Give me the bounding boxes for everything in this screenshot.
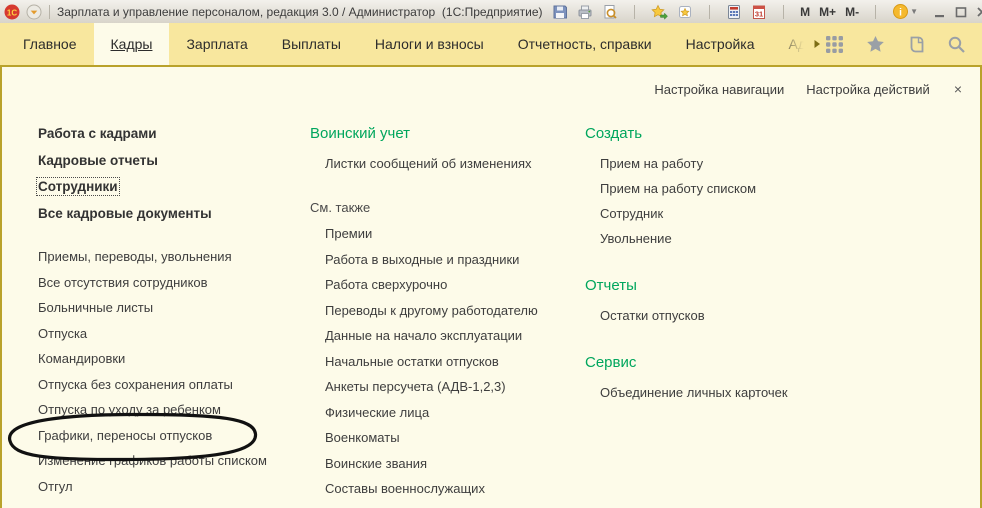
section-header-sozdat: Создать: [585, 121, 865, 151]
nav-link[interactable]: Командировки: [38, 346, 306, 372]
section-tab-bar: Главное Кадры Зарплата Выплаты Налоги и …: [0, 23, 982, 67]
all-functions-grid-icon[interactable]: [825, 35, 844, 54]
info-icon[interactable]: i ▼: [892, 2, 918, 22]
nav-link[interactable]: Графики, переносы отпусков: [38, 423, 306, 449]
svg-text:31: 31: [755, 9, 763, 18]
nav-link[interactable]: Воинские звания: [310, 451, 580, 477]
service-links: Объединение личных карточек: [585, 380, 865, 405]
system-menu-button[interactable]: [26, 4, 42, 20]
nav-link-bold-focused[interactable]: Сотрудники: [38, 174, 306, 201]
nav-link[interactable]: Физические лица: [310, 400, 580, 426]
memory-recall-button[interactable]: M: [800, 2, 810, 22]
section-header-otchety: Отчеты: [585, 273, 865, 303]
nav-link[interactable]: Прием на работу: [585, 151, 865, 176]
print-preview-icon[interactable]: [602, 2, 618, 22]
military-links: Листки сообщений об изменениях: [310, 151, 580, 177]
toolbar-separator: [634, 5, 635, 19]
panel-close-icon[interactable]: ×: [952, 81, 964, 97]
maximize-button[interactable]: [954, 2, 968, 22]
see-also-label: См. также: [310, 195, 580, 221]
nav-link[interactable]: Отгул: [38, 474, 306, 500]
calculator-icon[interactable]: [726, 2, 742, 22]
nav-link[interactable]: Работа сверхурочно: [310, 272, 580, 298]
nav-link[interactable]: Отпуска: [38, 321, 306, 347]
toolbar-separator: [709, 5, 710, 19]
nav-link[interactable]: Все отсутствия сотрудников: [38, 270, 306, 296]
title-bar: 1С Зарплата и управление персоналом, ред…: [0, 0, 982, 24]
titlebar-separator: [49, 5, 50, 19]
favorites-star-icon[interactable]: [866, 35, 885, 54]
close-window-button[interactable]: [975, 2, 982, 22]
panel-header: Настройка навигации Настройка действий ×: [654, 81, 964, 97]
save-icon[interactable]: [552, 2, 568, 22]
nav-link[interactable]: Приемы, переводы, увольнения: [38, 244, 306, 270]
nav-link-bold[interactable]: Кадровые отчеты: [38, 148, 306, 175]
tab-zarplata[interactable]: Зарплата: [169, 23, 264, 65]
tab-kadry[interactable]: Кадры: [94, 23, 170, 65]
nav-link[interactable]: Данные на начало эксплуатации: [310, 323, 580, 349]
tab-vyplaty[interactable]: Выплаты: [265, 23, 358, 65]
panel-column-military: Воинский учет Листки сообщений об измене…: [310, 121, 580, 502]
toolbar-separator: [783, 5, 784, 19]
calendar-icon[interactable]: 31: [751, 2, 767, 22]
navigation-settings-link[interactable]: Настройка навигации: [654, 82, 784, 97]
nav-link[interactable]: Изменение графиков работы списком: [38, 448, 306, 474]
nav-link[interactable]: Переводы к другому работодателю: [310, 298, 580, 324]
memory-add-button[interactable]: M+: [819, 2, 836, 22]
panel-column-actions: Создать Прием на работу Прием на работу …: [585, 121, 865, 427]
memory-subtract-button[interactable]: M-: [845, 2, 859, 22]
nav-link[interactable]: Работа в выходные и праздники: [310, 247, 580, 273]
nav-link[interactable]: Остатки отпусков: [585, 303, 865, 328]
nav-link[interactable]: Листки сообщений об изменениях: [310, 151, 580, 177]
panel-column-main: Работа с кадрами Кадровые отчеты Сотрудн…: [38, 121, 306, 499]
tab-otchetnost-spravki[interactable]: Отчетность, справки: [501, 23, 669, 65]
section-header-voinskiy-uchet: Воинский учет: [310, 121, 580, 151]
section-header-servis: Сервис: [585, 350, 865, 380]
nav-link[interactable]: Отпуска без сохранения оплаты: [38, 372, 306, 398]
create-links: Прием на работу Прием на работу списком …: [585, 151, 865, 251]
minimize-button[interactable]: [933, 2, 947, 22]
nav-link[interactable]: Премии: [310, 221, 580, 247]
nav-link[interactable]: Увольнение: [585, 226, 865, 251]
search-icon[interactable]: [947, 35, 966, 54]
nav-link[interactable]: Сотрудник: [585, 201, 865, 226]
print-icon[interactable]: [577, 2, 593, 22]
nav-link[interactable]: Военкоматы: [310, 425, 580, 451]
nav-link-bold[interactable]: Работа с кадрами: [38, 121, 306, 148]
nav-link[interactable]: Прием на работу списком: [585, 176, 865, 201]
tab-glavnoe[interactable]: Главное: [6, 23, 94, 65]
tab-administrirovanie[interactable]: Администрирован: [772, 23, 809, 65]
nav-link-bold[interactable]: Все кадровые документы: [38, 201, 306, 228]
nav-link[interactable]: Анкеты персучета (АДВ-1,2,3): [310, 374, 580, 400]
hr-documents-links: Приемы, переводы, увольнения Все отсутст…: [38, 244, 306, 499]
history-icon[interactable]: [907, 35, 925, 54]
chevron-down-icon: ▼: [910, 7, 918, 16]
group-service: Сервис Объединение личных карточек: [585, 350, 865, 405]
tab-overflow-arrow-icon[interactable]: [809, 23, 825, 65]
titlebar-toolbar: 31 M M+ M- i ▼: [552, 0, 918, 23]
nav-link[interactable]: Больничные листы: [38, 295, 306, 321]
see-also-links: Премии Работа в выходные и праздники Раб…: [310, 221, 580, 502]
tab-toolbar: [825, 23, 966, 65]
group-reports: Отчеты Остатки отпусков: [585, 273, 865, 328]
svg-text:i: i: [899, 8, 902, 19]
nav-link[interactable]: Начальные остатки отпусков: [310, 349, 580, 375]
tab-nalogi-i-vznosy[interactable]: Налоги и взносы: [358, 23, 501, 65]
window-title: Зарплата и управление персоналом, редакц…: [57, 5, 543, 19]
actions-settings-link[interactable]: Настройка действий: [806, 82, 930, 97]
1c-logo-icon: 1С: [4, 4, 20, 20]
window-controls: [933, 0, 982, 23]
kadry-menu-panel: Настройка навигации Настройка действий ×…: [0, 67, 982, 508]
nav-link[interactable]: Составы военнослужащих: [310, 476, 580, 502]
nav-link[interactable]: Объединение личных карточек: [585, 380, 865, 405]
group-create: Создать Прием на работу Прием на работу …: [585, 121, 865, 251]
favorites-add-icon[interactable]: [677, 2, 693, 22]
report-links: Остатки отпусков: [585, 303, 865, 328]
nav-link[interactable]: Отпуска по уходу за ребенком: [38, 397, 306, 423]
toolbar-separator: [875, 5, 876, 19]
tab-nastroyka[interactable]: Настройка: [669, 23, 772, 65]
svg-text:1С: 1С: [7, 8, 17, 17]
favorites-go-icon[interactable]: [651, 2, 668, 22]
